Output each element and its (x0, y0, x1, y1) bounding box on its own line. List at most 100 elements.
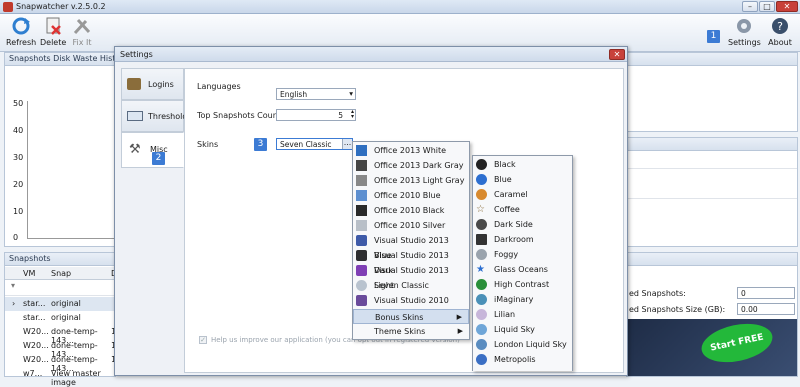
menu-item-vs-2013-blue[interactable]: Visual Studio 2013 Blue (353, 233, 469, 260)
dialog-close-button[interactable]: ✕ (609, 49, 625, 60)
about-label: About (768, 38, 792, 47)
menu-item-label: High Contrast (494, 280, 550, 289)
ad-start-free[interactable]: Start FREE (698, 317, 776, 369)
settings-button[interactable]: Settings (728, 16, 761, 47)
menu-item-office-2013-dark-gray[interactable]: Office 2013 Dark Gray (353, 158, 469, 173)
improve-checkbox[interactable]: ✓ (199, 336, 207, 344)
cell-vm: star... (23, 313, 46, 322)
skin-metropolis[interactable]: Metropolis (473, 352, 572, 367)
skins-value: Seven Classic (280, 140, 332, 149)
skin-liquid-sky[interactable]: Liquid Sky (473, 322, 572, 337)
snapshots-panel-title: Snapshots (5, 253, 115, 266)
menu-item-label: London Liquid Sky (494, 340, 567, 349)
table-row[interactable]: W20... done-temp-143... 1 (5, 325, 116, 345)
cell-snap: View master image (51, 369, 101, 387)
skin-black[interactable]: Black (473, 157, 572, 172)
skin-london-liquid-sky[interactable]: London Liquid Sky (473, 337, 572, 352)
skin-swatch-icon (476, 354, 487, 365)
menu-item-office-2013-white[interactable]: Office 2013 White (353, 143, 469, 158)
star-icon: ★ (476, 264, 485, 275)
skin-caramel[interactable]: Caramel (473, 187, 572, 202)
table-row[interactable]: W20... done-temp-143... 1 (5, 339, 116, 359)
menu-item-theme-skins[interactable]: Theme Skins ▶ (353, 324, 469, 339)
visual-studio-icon (356, 265, 367, 276)
skin-swatch-icon (476, 294, 487, 305)
y-tick: 10 (13, 207, 24, 216)
bonus-skins-submenu: Black Blue Caramel ☆ Coffee Dark Side Dar… (472, 155, 573, 371)
office-icon (356, 160, 367, 171)
refresh-button[interactable]: Refresh (6, 16, 36, 47)
menu-item-label: Caramel (494, 190, 528, 199)
menu-item-label: Office 2013 White (374, 146, 447, 155)
cell-vm: W20... (23, 327, 49, 336)
skin-coffee[interactable]: ☆ Coffee (473, 202, 572, 217)
fixit-button[interactable]: Fix It (70, 16, 94, 47)
top-snapshots-stepper[interactable]: 5 ▴ ▾ (276, 109, 356, 121)
y-tick: 0 (13, 233, 19, 242)
column-header-vm[interactable]: VM (23, 269, 35, 278)
skin-high-contrast[interactable]: High Contrast (473, 277, 572, 292)
dead-snapshots-size-label: ed Snapshots Size (GB): (629, 305, 726, 314)
menu-item-office-2013-light-gray[interactable]: Office 2013 Light Gray (353, 173, 469, 188)
minimize-button[interactable]: – (742, 1, 758, 12)
menu-item-office-2010-black[interactable]: Office 2010 Black (353, 203, 469, 218)
close-button[interactable]: ✕ (776, 1, 798, 12)
ad-banner[interactable]: Start FREE (627, 317, 797, 376)
table-row[interactable]: W20... done-temp-143... 1 (5, 353, 116, 373)
history-panel-title: Snapshots Disk Waste History (5, 53, 115, 66)
menu-item-bonus-skins[interactable]: Bonus Skins ▶ (353, 309, 469, 324)
skin-foggy[interactable]: Foggy (473, 247, 572, 262)
table-row[interactable]: › star... original (5, 297, 115, 311)
skin-blue[interactable]: Blue (473, 172, 572, 187)
right-middle-panel (626, 137, 798, 247)
spin-arrows-icon[interactable]: ▴ ▾ (351, 109, 354, 120)
menu-item-label: Foggy (494, 250, 519, 259)
delete-button[interactable]: Delete (40, 16, 66, 47)
menu-item-office-2010-silver[interactable]: Office 2010 Silver (353, 218, 469, 233)
filter-row[interactable]: ▾ (5, 281, 115, 296)
office-icon (356, 145, 367, 156)
menu-item-label: Office 2010 Black (374, 206, 445, 215)
tab-logins-label: Logins (148, 80, 174, 89)
column-header-snap[interactable]: Snap (51, 269, 71, 278)
windows-seven-icon (356, 280, 367, 291)
wrench-icon: ⚒ (129, 142, 141, 157)
table-row[interactable]: star... original (5, 311, 115, 325)
visual-studio-icon (356, 250, 367, 261)
skin-darkroom[interactable]: Darkroom (473, 232, 572, 247)
languages-value: English (280, 90, 308, 99)
menu-item-vs-2010[interactable]: Visual Studio 2010 (353, 293, 469, 308)
maximize-button[interactable]: □ (759, 1, 775, 12)
languages-label: Languages (197, 82, 241, 91)
panel-header (627, 138, 797, 151)
skins-select[interactable]: Seven Classic … (276, 138, 353, 150)
office-icon (356, 175, 367, 186)
menu-item-vs-2013-light[interactable]: Visual Studio 2013 Light (353, 263, 469, 290)
menu-item-label: Office 2013 Dark Gray (374, 161, 464, 170)
callout-badge-2: 2 (152, 152, 165, 165)
dead-snapshots-value: 0 (737, 287, 795, 299)
skin-swatch-icon (476, 159, 487, 170)
table-row[interactable]: w7... View master image (5, 367, 115, 387)
menu-item-seven-classic[interactable]: Seven Classic (353, 278, 469, 293)
menu-item-label: Seven Classic (374, 281, 429, 290)
menu-item-office-2010-blue[interactable]: Office 2010 Blue (353, 188, 469, 203)
skin-glass-oceans[interactable]: ★ Glass Oceans (473, 262, 572, 277)
skin-lilian[interactable]: Lilian (473, 307, 572, 322)
dead-snapshots-size-value: 0.00 (737, 303, 795, 315)
panel-header (627, 253, 797, 266)
ellipsis-button[interactable]: … (342, 139, 352, 149)
title-bar: Snapwatcher v.2.5.0.2 – □ ✕ (0, 0, 800, 14)
languages-select[interactable]: English ▾ (276, 88, 356, 100)
tab-logins[interactable]: Logins (121, 68, 184, 100)
tab-thresholds[interactable]: Thresholds (121, 100, 192, 132)
gear-icon (734, 16, 754, 36)
menu-item-label: Blue (494, 175, 512, 184)
skin-swatch-icon (476, 174, 487, 185)
about-button[interactable]: ? About (766, 16, 794, 47)
skin-imaginary[interactable]: iMaginary (473, 292, 572, 307)
skin-dark-side[interactable]: Dark Side (473, 217, 572, 232)
menu-item-vs-2013-dark[interactable]: Visual Studio 2013 Dark (353, 248, 469, 275)
snapshot-rows: › star... original star... original W20.… (5, 297, 116, 387)
thresholds-icon (127, 111, 143, 121)
